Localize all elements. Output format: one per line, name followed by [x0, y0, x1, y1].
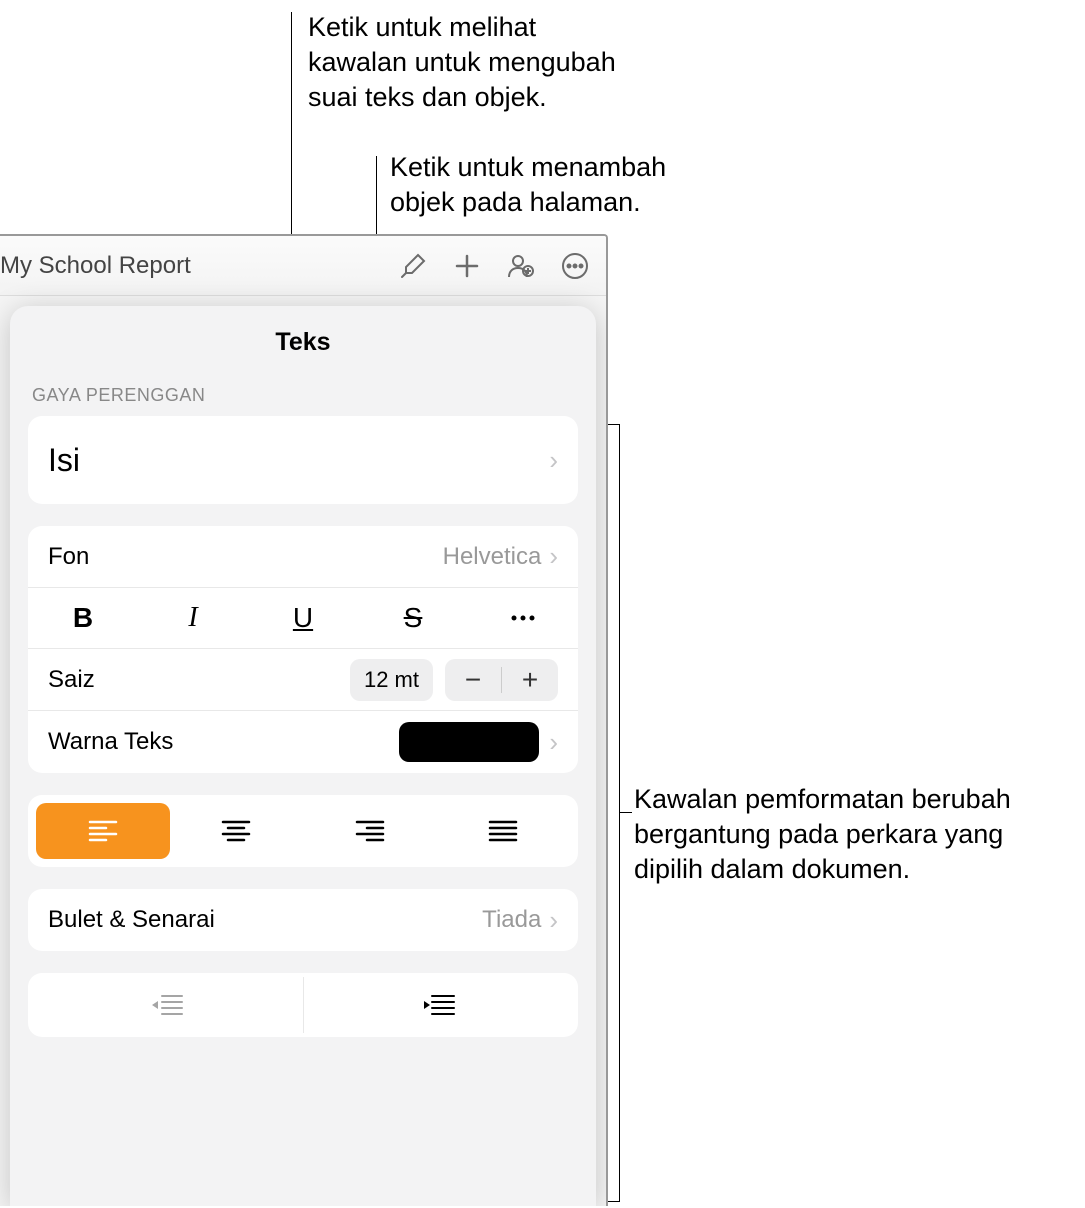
bullets-row[interactable]: Bulet & Senarai Tiada ›: [28, 889, 578, 951]
paragraph-style-value: Isi: [48, 442, 549, 479]
document-title[interactable]: My School Report: [0, 252, 191, 280]
bold-button[interactable]: B: [28, 588, 138, 648]
outdent-icon: [150, 993, 184, 1017]
chevron-right-icon: ›: [549, 727, 558, 758]
popover-arrow-icon: [280, 306, 308, 308]
alignment-card: [28, 795, 578, 867]
size-increase-button[interactable]: +: [502, 659, 558, 701]
font-card: Fon Helvetica › B I U S: [28, 526, 578, 773]
size-decrease-button[interactable]: −: [445, 659, 501, 701]
align-center-icon: [221, 820, 251, 842]
callout-line-panel: [620, 812, 632, 813]
toolbar: My School Report: [0, 236, 606, 296]
italic-button[interactable]: I: [138, 588, 248, 648]
font-label: Fon: [48, 543, 443, 571]
plus-icon: [453, 252, 481, 280]
callout-panel: Kawalan pemformatan berubah bergantung p…: [634, 782, 1074, 887]
ellipsis-icon: [510, 614, 536, 622]
size-stepper: − +: [445, 659, 558, 701]
callout-line-format: [291, 12, 292, 258]
align-center-button[interactable]: [170, 803, 304, 859]
chevron-right-icon: ›: [549, 445, 558, 476]
collaborate-button[interactable]: [498, 243, 544, 289]
underline-button[interactable]: U: [248, 588, 358, 648]
bullets-card: Bulet & Senarai Tiada ›: [28, 889, 578, 951]
bullets-value: Tiada: [482, 906, 541, 934]
font-row[interactable]: Fon Helvetica ›: [28, 526, 578, 588]
font-style-row: B I U S: [28, 588, 578, 649]
paintbrush-icon: [398, 251, 428, 281]
size-row: Saiz 12 mt − +: [28, 649, 578, 711]
align-justify-button[interactable]: [437, 803, 571, 859]
insert-button[interactable]: [444, 243, 490, 289]
indent-button[interactable]: [304, 977, 575, 1033]
indent-icon: [422, 993, 456, 1017]
ellipsis-circle-icon: [560, 251, 590, 281]
align-left-icon: [88, 820, 118, 842]
size-label: Saiz: [48, 666, 350, 694]
font-value: Helvetica: [443, 543, 542, 571]
callout-bracket: [608, 424, 620, 1202]
text-color-swatch[interactable]: [399, 722, 539, 762]
align-justify-icon: [488, 820, 518, 842]
align-right-icon: [355, 820, 385, 842]
section-paragraph-style-label: GAYA PERENGGAN: [32, 385, 574, 406]
bullets-label: Bulet & Senarai: [48, 906, 482, 934]
outdent-button[interactable]: [32, 977, 303, 1033]
callout-format: Ketik untuk melihat kawalan untuk mengub…: [308, 10, 638, 115]
size-value[interactable]: 12 mt: [350, 659, 433, 701]
indent-card: [28, 973, 578, 1037]
format-popover: Teks GAYA PERENGGAN Isi › Fon Helvetica …: [10, 306, 596, 1206]
person-add-icon: [506, 251, 536, 281]
align-right-button[interactable]: [303, 803, 437, 859]
text-color-row[interactable]: Warna Teks ›: [28, 711, 578, 773]
paragraph-style-row[interactable]: Isi ›: [28, 416, 578, 504]
popover-title: Teks: [10, 328, 596, 357]
paragraph-style-card: Isi ›: [28, 416, 578, 504]
align-left-button[interactable]: [36, 803, 170, 859]
callout-insert: Ketik untuk menambah objek pada halaman.: [390, 150, 710, 220]
text-color-label: Warna Teks: [48, 728, 399, 756]
strikethrough-button[interactable]: S: [358, 588, 468, 648]
more-button[interactable]: [552, 243, 598, 289]
app-window: My School Report: [0, 234, 608, 1206]
chevron-right-icon: ›: [549, 905, 558, 936]
format-button[interactable]: [390, 243, 436, 289]
chevron-right-icon: ›: [549, 541, 558, 572]
more-styles-button[interactable]: [468, 588, 578, 648]
